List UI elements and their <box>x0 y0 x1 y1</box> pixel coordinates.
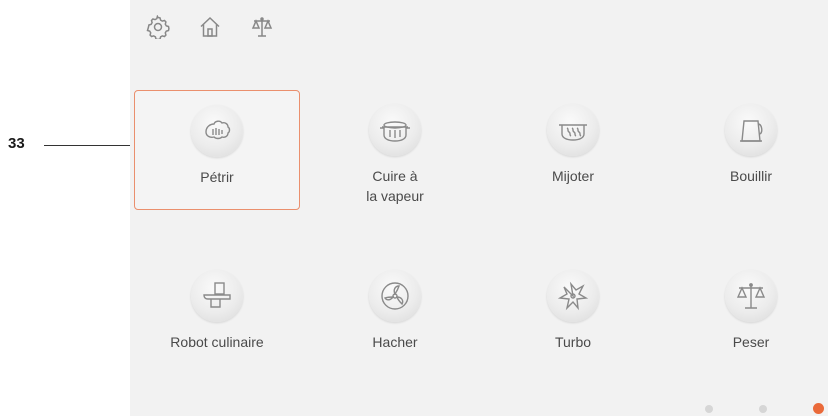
tile-label: Peser <box>732 334 770 350</box>
top-icon-bar <box>145 14 275 40</box>
scale-icon <box>725 270 777 322</box>
tile-weigh[interactable]: Peser <box>668 256 828 376</box>
tile-label: Pétrir <box>200 169 234 185</box>
tile-label: Cuire à la vapeur <box>366 168 424 204</box>
tile-label: Robot culinaire <box>170 334 264 350</box>
tile-turbo[interactable]: Turbo <box>490 256 656 376</box>
tile-knead[interactable]: Pétrir <box>134 90 300 210</box>
turbo-icon <box>547 270 599 322</box>
page-dot-active[interactable] <box>813 403 824 414</box>
page-indicator <box>705 403 824 414</box>
callout-number: 33 <box>8 135 25 152</box>
page-dot[interactable] <box>705 404 713 413</box>
tile-steam[interactable]: Cuire à la vapeur <box>312 90 478 210</box>
steam-pot-icon <box>369 104 421 156</box>
food-processor-icon <box>191 270 243 322</box>
home-icon[interactable] <box>197 14 223 40</box>
settings-gear-icon[interactable] <box>145 14 171 40</box>
tile-label: Hacher <box>372 334 418 350</box>
page-dot[interactable] <box>759 404 767 413</box>
tile-label: Turbo <box>554 334 592 350</box>
tile-label: Mijoter <box>551 168 594 184</box>
appliance-screen: Pétrir Cuire à la vapeur Mijoter Bouilli… <box>130 0 828 416</box>
callout-line <box>44 145 134 146</box>
chop-blade-icon <box>369 270 421 322</box>
simmer-pot-icon <box>547 104 599 156</box>
tile-boil[interactable]: Bouillir <box>668 90 828 210</box>
tile-label: Bouillir <box>729 168 772 184</box>
scale-icon[interactable] <box>249 14 275 40</box>
tile-food-processor[interactable]: Robot culinaire <box>134 256 300 376</box>
tile-simmer[interactable]: Mijoter <box>490 90 656 210</box>
knead-icon <box>191 105 243 157</box>
kettle-icon <box>725 104 777 156</box>
tile-chop[interactable]: Hacher <box>312 256 478 376</box>
